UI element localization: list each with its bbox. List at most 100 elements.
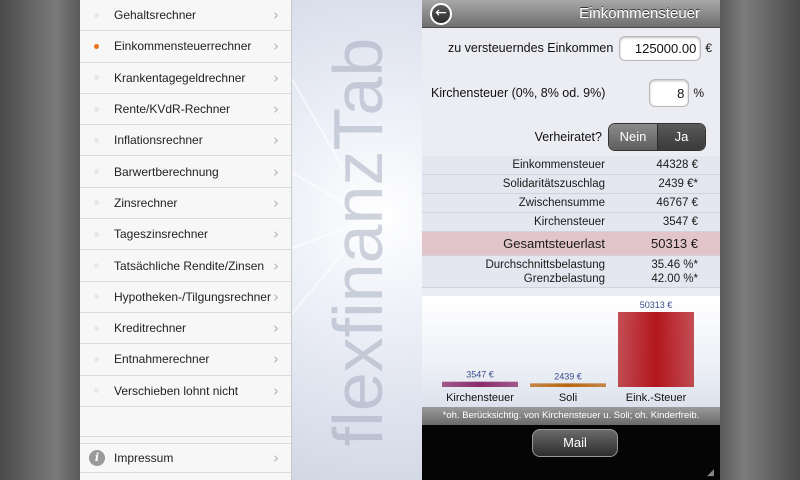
bar-category-label: Soli — [559, 392, 577, 404]
tax-bar-chart: 3547 € Kirchensteuer 2439 € Soli 50313 € Eink… — [422, 296, 720, 407]
chevron-right-icon: › — [273, 131, 279, 150]
church-tax-unit: % — [693, 86, 704, 100]
chevron-right-icon: › — [273, 193, 279, 212]
sidebar-item-label: Einkommensteuerrechner — [114, 39, 252, 54]
income-tax-label: Einkommensteuer — [512, 159, 605, 171]
income-tax-value: 44328 € — [656, 159, 698, 171]
sidebar-item-impressum[interactable]: i Impressum › — [80, 442, 291, 473]
bar-kirchensteuer — [442, 381, 518, 387]
sidebar-item-krankentagegeldrechner[interactable]: Krankentagegeldrechner › — [80, 63, 291, 94]
chevron-right-icon: › — [273, 68, 279, 87]
result-row: Kirchensteuer 3547 € — [422, 213, 720, 232]
sidebar-item-label: Inflationsrechner — [114, 133, 203, 148]
bullet-icon — [94, 106, 99, 112]
church-tax-row: Kirchensteuer (0%, 8% od. 9%) 8 % — [422, 68, 720, 118]
bullet-icon — [94, 200, 99, 206]
sidebar-spacer — [80, 407, 291, 437]
sidebar-item-rente-kvdr-rechner[interactable]: Rente/KVdR-Rechner › — [80, 94, 291, 126]
results-table: Einkommensteuer 44328 € Solidaritätszusc… — [422, 156, 720, 288]
burden-rows: Durchschnittsbelastung 35.46 %* Grenzbel… — [422, 256, 720, 288]
bullet-icon — [94, 12, 99, 18]
chevron-right-icon: › — [273, 162, 279, 181]
bar-category-label: Eink.-Steuer — [626, 392, 687, 404]
back-arrow-icon[interactable]: ← — [430, 3, 452, 25]
bullet-icon — [94, 169, 99, 175]
bar-eink-steuer — [618, 312, 694, 387]
sidebar-item-label: Kreditrechner — [114, 321, 187, 336]
active-bullet-icon — [94, 43, 99, 49]
bullet-icon — [94, 263, 99, 269]
income-unit: € — [705, 41, 712, 55]
chevron-right-icon: › — [273, 100, 279, 119]
resize-grip-icon: ◢ — [707, 467, 714, 477]
footnote: *oh. Berücksichtig. von Kirchensteuer u.… — [422, 407, 720, 425]
income-input[interactable]: 125000.00 — [619, 35, 702, 61]
married-label: Verheiratet? — [534, 130, 602, 144]
info-icon: i — [89, 449, 105, 466]
result-row: Zwischensumme 46767 € — [422, 194, 720, 213]
result-row: Solidaritätszuschlag 2439 €* — [422, 175, 720, 194]
sidebar-item-label: Tatsächliche Rendite/Zinsen — [114, 258, 265, 273]
title-bar: ← Einkommensteuer — [422, 0, 720, 28]
bar-value-label: 3547 € — [466, 370, 494, 380]
sidebar-item-gehaltsrechner[interactable]: Gehaltsrechner › — [80, 0, 291, 32]
average-burden-label: Durchschnittsbelastung — [485, 259, 605, 271]
mail-button[interactable]: Mail — [532, 429, 618, 457]
bar-value-label: 50313 € — [640, 300, 673, 310]
average-burden-value: 35.46 %* — [651, 259, 698, 271]
bullet-icon — [94, 231, 99, 237]
bullet-icon — [94, 294, 99, 300]
sidebar-item-kreditrechner[interactable]: Kreditrechner › — [80, 313, 291, 345]
subtotal-label: Zwischensumme — [518, 197, 605, 209]
bar-category-label: Kirchensteuer — [446, 392, 514, 404]
device-frame-right — [720, 0, 800, 480]
income-label: zu versteuerndes Einkommen — [447, 41, 614, 55]
church-tax-result-value: 3547 € — [662, 216, 698, 228]
chevron-right-icon: › — [273, 381, 279, 400]
bullet-icon — [94, 137, 99, 143]
income-row: zu versteuerndes Einkommen 125000.00 € — [422, 28, 720, 68]
marginal-burden-value: 42.00 %* — [651, 273, 698, 285]
chevron-right-icon: › — [273, 350, 279, 369]
brand-background: flexfinanzTab — [292, 0, 422, 480]
sidebar-item-tatsaechliche-rendite[interactable]: Tatsächliche Rendite/Zinsen › — [80, 250, 291, 282]
bar-soli — [530, 383, 606, 387]
total-row: Gesamtsteuerlast 50313 € — [422, 232, 720, 256]
sidebar-item-einkommensteuerrechner[interactable]: Einkommensteuerrechner › — [80, 31, 291, 63]
sidebar-item-label: Barwertberechnung — [114, 164, 219, 179]
soli-value: 2439 €* — [658, 178, 698, 190]
church-tax-input[interactable]: 8 — [649, 79, 690, 107]
married-yes-button[interactable]: Ja — [657, 124, 705, 150]
sidebar-item-inflationsrechner[interactable]: Inflationsrechner › — [80, 125, 291, 157]
married-row: Verheiratet? Nein Ja — [422, 118, 720, 156]
chevron-right-icon: › — [273, 319, 279, 338]
church-tax-result-label: Kirchensteuer — [534, 216, 605, 228]
income-tax-panel: ← Einkommensteuer zu versteuerndes Einko… — [422, 0, 720, 480]
sidebar-item-tageszinsrechner[interactable]: Tageszinsrechner › — [80, 219, 291, 251]
sidebar-item-verschieben-lohnt-nicht[interactable]: Verschieben lohnt nicht › — [80, 376, 291, 407]
chevron-right-icon: › — [273, 37, 279, 56]
sidebar-item-label: Krankentagegeldrechner — [114, 70, 246, 85]
total-label: Gesamtsteuerlast — [503, 236, 605, 251]
sidebar-item-label: Verschieben lohnt nicht — [114, 383, 239, 398]
sidebar-item-hypotheken-tilgungsrechner[interactable]: Hypotheken-/Tilgungsrechner › — [80, 282, 291, 313]
chevron-right-icon: › — [273, 225, 279, 244]
sidebar-item-label: Hypotheken-/Tilgungsrechner — [114, 289, 271, 304]
bottom-bar: Mail ◢ — [422, 425, 720, 480]
sidebar-item-label: Tageszinsrechner — [114, 227, 209, 242]
sidebar-item-label: Entnahmerechner — [114, 352, 210, 367]
chevron-right-icon: › — [273, 256, 279, 275]
married-toggle[interactable]: Nein Ja — [608, 123, 706, 151]
brand-wordmark: flexfinanzTab — [292, 0, 422, 480]
page-title: Einkommensteuer — [579, 5, 700, 22]
bullet-icon — [94, 325, 99, 331]
bullet-icon — [94, 388, 99, 394]
sidebar-item-barwertberechnung[interactable]: Barwertberechnung › — [80, 156, 291, 188]
chevron-right-icon: › — [273, 6, 279, 25]
sidebar-item-entnahmerechner[interactable]: Entnahmerechner › — [80, 344, 291, 376]
chevron-right-icon: › — [273, 448, 279, 467]
soli-label: Solidaritätszuschlag — [502, 178, 605, 190]
married-no-button[interactable]: Nein — [609, 124, 657, 150]
bullet-icon — [94, 75, 99, 81]
sidebar-item-zinsrechner[interactable]: Zinsrechner › — [80, 188, 291, 220]
